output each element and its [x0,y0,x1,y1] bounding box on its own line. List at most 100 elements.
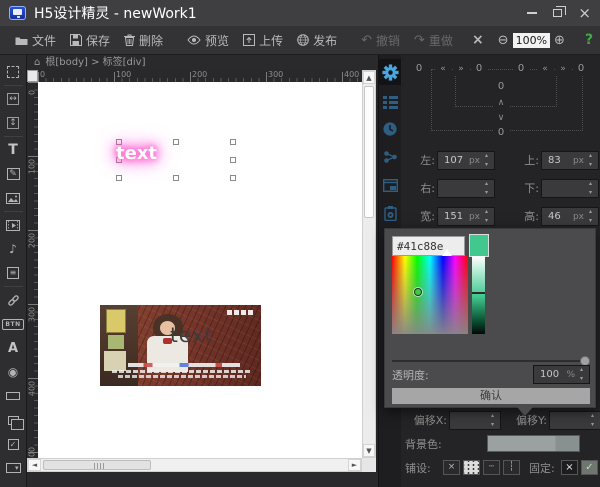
tiling-repeat-button[interactable] [463,460,480,475]
share-tab[interactable] [379,144,401,170]
tiling-repeat-y-button[interactable]: ┆ [503,460,520,475]
tool-window[interactable] [0,408,27,432]
scroll-up-button[interactable]: ▲ [363,71,375,84]
tool-radio[interactable]: ◉ [0,360,27,384]
tool-dropdown[interactable]: ▾ [0,456,27,480]
tool-input[interactable] [0,384,27,408]
stepper-icon[interactable] [587,209,597,224]
window-code-tab[interactable] [379,172,401,198]
upload-button[interactable]: 上传 [238,29,288,52]
nudge-right-icon[interactable]: » [555,63,571,75]
fixed-on-button[interactable]: ✓ [581,460,598,475]
tool-button[interactable]: BTN [0,312,27,336]
tool-form[interactable]: ≡ [0,261,27,285]
nudge-right-icon[interactable]: » [453,63,469,75]
publish-button[interactable]: 发布 [292,29,342,52]
scroll-down-button[interactable]: ▼ [363,444,375,457]
margin-left-value[interactable]: 0 [411,63,427,75]
offset-x-input[interactable] [449,411,501,430]
tool-text[interactable]: T [0,138,27,162]
saturation-gradient[interactable] [392,256,468,334]
nudge-up-icon[interactable]: ∧ [493,97,509,109]
right-input[interactable] [437,179,495,198]
bottom-input[interactable] [541,179,599,198]
tool-font[interactable]: A [0,336,27,360]
top-input[interactable]: 83px [541,151,599,170]
stepper-icon[interactable] [587,153,597,168]
close-button[interactable]: × [578,7,591,20]
zoom-in-icon[interactable]: ⊕ [554,34,565,47]
horizontal-scrollbar[interactable]: ◄ ► [27,458,362,472]
tool-checkbox[interactable]: ✓ [0,432,27,456]
selection-handle-ne[interactable] [230,139,236,145]
nudge-down-icon[interactable]: ∨ [493,112,509,124]
horizontal-scroll-thumb[interactable] [43,460,151,470]
nudge-left-icon[interactable]: « [435,63,451,75]
offset-y-input[interactable] [549,411,600,430]
selection-handle-s[interactable] [173,175,179,181]
breadcrumb[interactable]: ⌂ 根[body] > 标签[div] [27,55,378,70]
tiling-none-button[interactable]: × [443,460,460,475]
selection-handle-n[interactable] [173,139,179,145]
preview-button[interactable]: 预览 [182,29,234,52]
nudge-left-icon[interactable]: « [537,63,553,75]
margin-right-value[interactable]: 0 [573,63,589,75]
scroll-right-button[interactable]: ► [348,459,361,471]
current-color-swatch[interactable] [469,234,489,257]
undo-button[interactable]: ↶ 撤销 [356,29,405,52]
height-input[interactable]: 46px [541,207,599,226]
tool-resize-vertical[interactable]: ↕ [0,111,27,135]
minimize-button[interactable] [527,12,537,14]
redo-button[interactable]: ↷ 重做 [409,29,458,52]
timer-tab[interactable] [379,116,401,142]
brightness-marker[interactable] [472,292,485,294]
fixed-off-button[interactable]: × [561,460,578,475]
image-element[interactable]: text [100,305,261,386]
zoom-out-icon[interactable]: ⊖ [498,34,509,47]
left-input[interactable]: 107px [437,151,495,170]
brightness-bar[interactable] [472,256,485,334]
selection-handle-se[interactable] [230,175,236,181]
design-canvas[interactable]: text text [38,82,362,458]
selection-handle-sw[interactable] [116,175,122,181]
save-button[interactable]: 保存 [65,29,115,52]
padding-left-value[interactable]: 0 [471,63,487,75]
delete-button[interactable]: 删除 [119,29,168,52]
stepper-icon[interactable] [589,413,599,428]
tool-video[interactable] [0,213,27,237]
close-tool-icon[interactable]: × [472,34,484,47]
zoom-level-value[interactable]: 100% [513,33,550,48]
settings-tab[interactable] [379,59,401,85]
hex-color-input[interactable] [392,236,465,256]
stepper-icon[interactable] [489,413,499,428]
vertical-scroll-thumb[interactable] [364,86,374,218]
opacity-slider[interactable] [392,360,590,362]
clipboard-settings-tab[interactable] [379,200,401,226]
tool-resize-horizontal[interactable]: ↔ [0,87,27,111]
layer-tree-tab[interactable] [379,89,401,115]
confirm-button[interactable]: 确认 [392,388,590,404]
opacity-input[interactable]: 100 % [533,365,590,384]
stepper-icon[interactable] [587,181,597,196]
stepper-icon[interactable] [483,181,493,196]
padding-right-value[interactable]: 0 [513,63,529,75]
stepper-icon[interactable] [483,153,493,168]
help-icon[interactable]: ? [585,32,593,48]
scroll-left-button[interactable]: ◄ [28,459,41,471]
stepper-icon[interactable] [483,209,493,224]
tiling-repeat-x-button[interactable]: ┄ [483,460,500,475]
width-input[interactable]: 151px [437,207,495,226]
tool-image[interactable] [0,186,27,210]
selected-text-element[interactable]: text [116,143,157,164]
tool-audio[interactable]: ♪ [0,237,27,261]
selection-handle-e[interactable] [230,157,236,163]
color-cursor-icon[interactable] [414,288,422,296]
margin-bottom-value[interactable]: 0 [493,127,509,139]
background-color-swatch[interactable] [487,435,580,452]
restore-button[interactable] [553,9,562,17]
vertical-scrollbar[interactable]: ▲ ▼ [362,70,376,458]
tool-rich-text[interactable]: ✎ [0,162,27,186]
tool-marquee[interactable] [0,60,27,84]
tool-link[interactable] [0,288,27,312]
padding-center-value[interactable]: 0 [493,81,509,93]
